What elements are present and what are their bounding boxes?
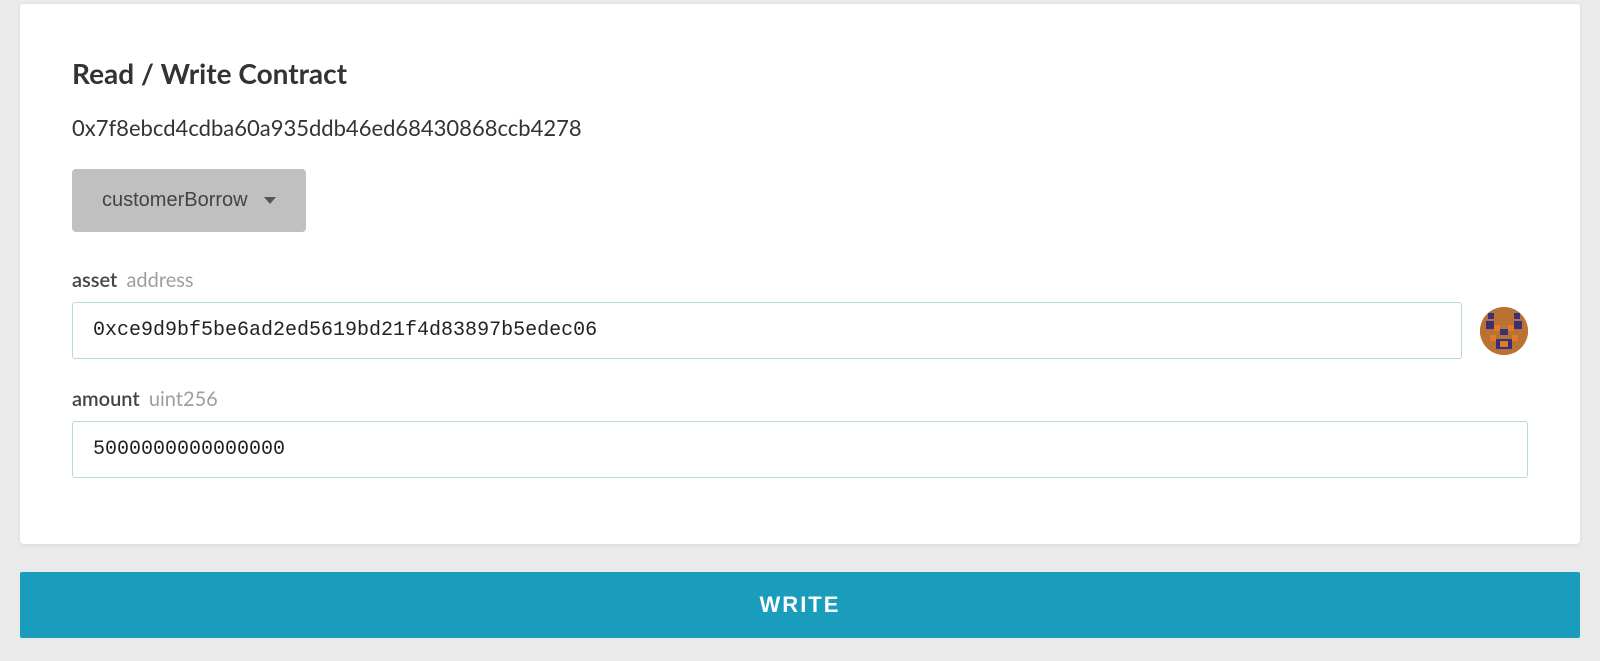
amount-input[interactable] (72, 421, 1528, 478)
param-type: uint256 (149, 387, 218, 411)
field-label-asset: asset address (72, 268, 1528, 292)
param-name: amount (72, 387, 140, 411)
param-name: asset (72, 268, 117, 292)
address-avatar-icon (1480, 307, 1528, 355)
contract-panel: Read / Write Contract 0x7f8ebcd4cdba60a9… (20, 4, 1580, 544)
param-type: address (126, 268, 193, 292)
field-asset: asset address (72, 268, 1528, 359)
asset-input[interactable] (72, 302, 1462, 359)
contract-address: 0x7f8ebcd4cdba60a935ddb46ed68430868ccb42… (72, 114, 1528, 141)
field-label-amount: amount uint256 (72, 387, 1528, 411)
function-select[interactable]: customerBorrow (72, 169, 306, 232)
write-button[interactable]: WRITE (20, 572, 1580, 638)
panel-title: Read / Write Contract (72, 56, 1528, 90)
function-select-label: customerBorrow (102, 189, 248, 212)
chevron-down-icon (264, 197, 276, 204)
field-amount: amount uint256 (72, 387, 1528, 478)
